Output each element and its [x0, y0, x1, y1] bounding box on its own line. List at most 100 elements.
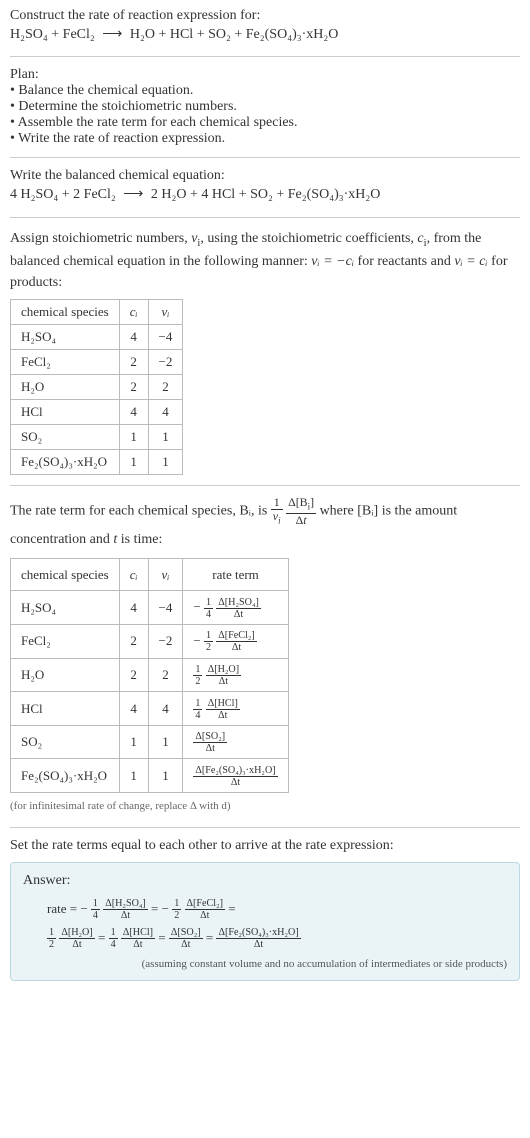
- rule: νᵢ = −cᵢ: [311, 254, 354, 269]
- cell-v: 1: [148, 725, 183, 759]
- cell-c: 2: [119, 624, 148, 658]
- sign: −: [162, 901, 169, 916]
- table-row: Fe₂(SO₄)₃·xH₂O 1 1 Δ[Fe₂(SO₄)₃·xH₂O]Δt: [11, 759, 289, 793]
- table-row: H₂O22: [11, 375, 183, 400]
- col-species: chemical species: [11, 558, 120, 590]
- cell-c: 1: [119, 759, 148, 793]
- text: The rate term for each chemical species,…: [10, 504, 271, 519]
- plan-item: • Assemble the rate term for each chemic…: [10, 115, 520, 131]
- sign: −: [193, 633, 200, 648]
- answer-note: (assuming constant volume and no accumul…: [23, 958, 507, 970]
- text: for reactants and: [354, 254, 454, 269]
- arrow-icon: ⟶: [98, 27, 126, 42]
- text: , using the stoichiometric coefficients,: [200, 231, 417, 246]
- stoich-table: chemical species cᵢ νᵢ H₂SO₄4−4 FeCl₂2−2…: [10, 299, 183, 475]
- cell-c: 4: [119, 400, 148, 425]
- col-v: νᵢ: [148, 300, 183, 325]
- delta-fraction: Δ[Fe₂(SO₄)₃·xH₂O]Δt: [216, 927, 300, 950]
- divider: [10, 827, 520, 828]
- coef-fraction: 12: [172, 898, 181, 921]
- rate-term-intro: The rate term for each chemical species,…: [10, 496, 520, 551]
- delta-fraction: Δ[HCl]Δt: [206, 698, 240, 721]
- balanced-section: Write the balanced chemical equation: 4 …: [10, 168, 520, 206]
- plan-section: Plan: • Balance the chemical equation. •…: [10, 67, 520, 147]
- plan-item: • Write the rate of reaction expression.: [10, 131, 520, 147]
- cell-v: −4: [148, 325, 183, 350]
- delta-fraction: Δ[FeCl₂]Δt: [216, 630, 256, 653]
- cell-rate: 12 Δ[H₂O]Δt: [183, 658, 288, 692]
- rate-term-section: The rate term for each chemical species,…: [10, 496, 520, 817]
- text: Assign stoichiometric numbers,: [10, 231, 191, 246]
- table-row: H₂SO₄4−4: [11, 325, 183, 350]
- delta-fraction: Δ[HCl]Δt: [121, 927, 155, 950]
- fraction: Δ[Bi]Δt: [286, 496, 316, 526]
- delta-fraction: Δ[H₂SO₄]Δt: [216, 597, 261, 620]
- cell-species: HCl: [11, 692, 120, 726]
- problem-statement: Construct the rate of reaction expressio…: [10, 8, 520, 46]
- cell-c: 2: [119, 375, 148, 400]
- sign: −: [193, 599, 200, 614]
- cell-v: 1: [148, 425, 183, 450]
- cell-rate: − 12 Δ[FeCl₂]Δt: [183, 624, 288, 658]
- arrow-icon: ⟶: [119, 187, 147, 202]
- cell-v: 2: [148, 658, 183, 692]
- cell-v: 2: [148, 375, 183, 400]
- cell-species: H₂O: [11, 658, 120, 692]
- rate-term-table: chemical species cᵢ νᵢ rate term H₂SO₄ 4…: [10, 558, 289, 793]
- balanced-equation: 4 H₂SO₄ + 2 FeCl₂ ⟶ 2 H₂O + 4 HCl + SO₂ …: [10, 184, 520, 206]
- fraction: 1νi: [271, 496, 283, 526]
- table-row: H₂O 2 2 12 Δ[H₂O]Δt: [11, 658, 289, 692]
- cell-c: 4: [119, 692, 148, 726]
- divider: [10, 157, 520, 158]
- table-header-row: chemical species cᵢ νᵢ rate term: [11, 558, 289, 590]
- cell-rate: − 14 Δ[H₂SO₄]Δt: [183, 591, 288, 625]
- cell-v: 4: [148, 692, 183, 726]
- cell-species: H₂SO₄: [11, 325, 120, 350]
- plan-item: • Determine the stoichiometric numbers.: [10, 99, 520, 115]
- delta-fraction: Δ[H₂SO₄]Δt: [103, 898, 148, 921]
- cell-species: Fe₂(SO₄)₃·xH₂O: [11, 450, 120, 475]
- coef-fraction: 14: [109, 927, 118, 950]
- cell-species: H₂O: [11, 375, 120, 400]
- table-row: FeCl₂2−2: [11, 350, 183, 375]
- cell-c: 1: [119, 425, 148, 450]
- balanced-label: Write the balanced chemical equation:: [10, 168, 520, 184]
- rate-prefix: rate =: [47, 901, 80, 916]
- plan-label: Plan:: [10, 67, 520, 83]
- cell-c: 2: [119, 350, 148, 375]
- cell-v: 4: [148, 400, 183, 425]
- divider: [10, 217, 520, 218]
- stoich-intro: Assign stoichiometric numbers, νi, using…: [10, 228, 520, 294]
- coef-fraction: 14: [91, 898, 100, 921]
- cell-species: H₂SO₄: [11, 591, 120, 625]
- divider: [10, 56, 520, 57]
- delta-fraction: Δ[SO₂]Δt: [169, 927, 203, 950]
- cell-c: 4: [119, 591, 148, 625]
- coef-fraction: 14: [193, 698, 202, 721]
- plan-item: • Balance the chemical equation.: [10, 83, 520, 99]
- col-rate: rate term: [183, 558, 288, 590]
- cell-species: HCl: [11, 400, 120, 425]
- answer-box: Answer: rate = − 14 Δ[H₂SO₄]Δt = − 12 Δ[…: [10, 862, 520, 981]
- coef-fraction: 12: [193, 664, 202, 687]
- table-row: H₂SO₄ 4 −4 − 14 Δ[H₂SO₄]Δt: [11, 591, 289, 625]
- table-row: Fe₂(SO₄)₃·xH₂O11: [11, 450, 183, 475]
- products: H₂O + HCl + SO₂ + Fe₂(SO₄)₃·xH₂O: [130, 27, 339, 42]
- table-row: FeCl₂ 2 −2 − 12 Δ[FeCl₂]Δt: [11, 624, 289, 658]
- delta-fraction: Δ[Fe₂(SO₄)₃·xH₂O]Δt: [193, 765, 277, 788]
- cell-species: FeCl₂: [11, 624, 120, 658]
- stoich-section: Assign stoichiometric numbers, νi, using…: [10, 228, 520, 476]
- table-row: SO₂11: [11, 425, 183, 450]
- delta-fraction: Δ[SO₂]Δt: [193, 731, 227, 754]
- divider: [10, 485, 520, 486]
- cell-v: −2: [148, 624, 183, 658]
- unbalanced-equation: H₂SO₄ + FeCl₂ ⟶ H₂O + HCl + SO₂ + Fe₂(SO…: [10, 24, 520, 46]
- cell-v: −4: [148, 591, 183, 625]
- col-v: νᵢ: [148, 558, 183, 590]
- cell-rate: Δ[Fe₂(SO₄)₃·xH₂O]Δt: [183, 759, 288, 793]
- cell-species: SO₂: [11, 725, 120, 759]
- col-c: cᵢ: [119, 558, 148, 590]
- text: is time:: [117, 532, 162, 547]
- products: 2 H₂O + 4 HCl + SO₂ + Fe₂(SO₄)₃·xH₂O: [151, 187, 381, 202]
- cell-c: 1: [119, 450, 148, 475]
